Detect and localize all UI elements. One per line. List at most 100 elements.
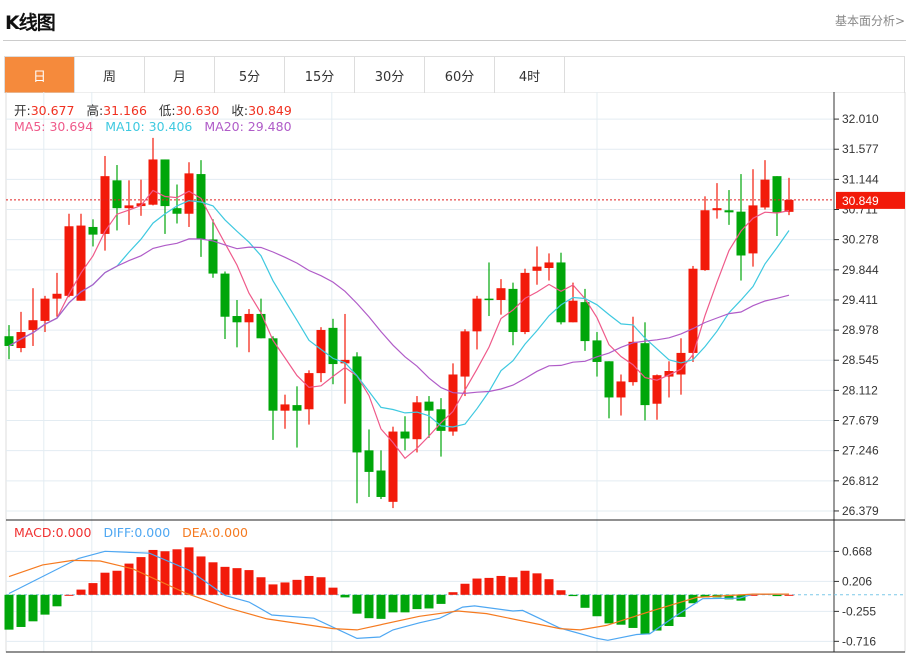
ma20-line	[8, 238, 790, 395]
macd-bar	[316, 577, 326, 595]
tab-5min[interactable]: 5分	[215, 57, 285, 93]
macd-bar	[244, 570, 254, 595]
macd-bar	[220, 566, 230, 595]
period-tabs: 日 周 月 5分 15分 30分 60分 4时	[4, 56, 905, 93]
macd-bar	[376, 594, 386, 619]
macd-bar	[496, 575, 506, 595]
tab-15min[interactable]: 15分	[285, 57, 355, 93]
macd-bar	[652, 594, 662, 631]
candle-down	[364, 450, 374, 472]
macd-bar	[76, 589, 86, 595]
close-value: 30.849	[248, 103, 292, 118]
candle-up	[124, 205, 134, 209]
y-tick-label: 29.844	[842, 263, 879, 277]
candle-up	[460, 331, 470, 377]
macd-bar	[484, 577, 494, 595]
current-price-label: 30.849	[842, 194, 879, 208]
ma10-line	[8, 199, 790, 428]
y-tick-label: 31.144	[842, 172, 879, 186]
fundamental-analysis-link[interactable]: 基本面分析>	[835, 12, 905, 29]
macd-bar	[52, 594, 62, 607]
macd-bar	[112, 570, 122, 595]
candle-up	[16, 332, 26, 349]
tab-day[interactable]: 日	[5, 57, 75, 93]
candle-down	[88, 226, 98, 235]
candle-up	[784, 199, 794, 212]
candle-down	[352, 356, 362, 453]
candle-up	[52, 293, 62, 299]
candle-up	[148, 159, 158, 205]
tab-60min[interactable]: 60分	[425, 57, 495, 93]
macd-bar	[400, 594, 410, 613]
macd-bar	[304, 575, 314, 595]
kline-chart[interactable]: 32.01031.57731.14430.71130.27829.84429.4…	[0, 92, 909, 655]
candle-down	[376, 470, 386, 497]
macd-bar	[544, 579, 554, 595]
macd-bar	[388, 594, 398, 613]
candle-down	[580, 302, 590, 342]
ma5-legend: MA5: 30.694	[14, 119, 94, 134]
macd-bar	[184, 547, 194, 595]
candle-up	[544, 262, 554, 269]
open-label: 开:	[14, 103, 31, 118]
macd-bar	[28, 594, 38, 622]
macd-bar	[772, 594, 782, 597]
macd-bar	[448, 592, 458, 595]
macd-bar	[208, 562, 218, 595]
macd-bar	[328, 587, 338, 595]
candle-down	[424, 401, 434, 411]
macd-bar	[676, 594, 686, 617]
candle-up	[616, 381, 626, 398]
candle-down	[604, 361, 614, 398]
candle-up	[244, 313, 254, 323]
candle-down	[172, 208, 182, 214]
y-tick-label: 32.010	[842, 112, 879, 126]
candle-up	[568, 300, 578, 323]
macd-bar	[664, 594, 674, 626]
y-tick-label: 30.278	[842, 233, 879, 247]
macd-bar	[556, 590, 566, 595]
macd-bar	[580, 594, 590, 608]
macd-bar	[508, 577, 518, 595]
candle-down	[292, 405, 302, 411]
macd-bar	[364, 594, 374, 619]
macd-bar	[424, 594, 434, 609]
tab-month[interactable]: 月	[145, 57, 215, 93]
page-title: K线图	[5, 12, 56, 34]
divider	[3, 40, 906, 41]
candle-up	[100, 176, 110, 234]
macd-bar	[460, 583, 470, 595]
macd-bar	[340, 594, 350, 598]
candle-down	[556, 262, 566, 323]
macd-legend-value: MACD:0.000	[14, 525, 92, 540]
low-label: 低:	[158, 103, 176, 118]
ma10-legend: MA10: 30.406	[105, 119, 193, 134]
y-tick-label: 27.679	[842, 413, 879, 427]
candle-down	[484, 298, 494, 301]
candle-up	[532, 266, 542, 271]
macd-y-tick-label: -0.255	[842, 604, 876, 618]
candle-down	[736, 211, 746, 256]
candle-down	[160, 159, 170, 207]
macd-bar	[256, 577, 266, 595]
ma5-line	[8, 189, 790, 460]
macd-y-tick-label: 0.668	[842, 544, 872, 558]
candle-down	[268, 338, 278, 411]
macd-bar	[412, 594, 422, 610]
candle-down	[208, 239, 218, 274]
candle-up	[280, 404, 290, 411]
tab-30min[interactable]: 30分	[355, 57, 425, 93]
candle-down	[724, 210, 734, 213]
low-value: 30.630	[175, 103, 220, 118]
tab-week[interactable]: 周	[75, 57, 145, 93]
candle-up	[448, 374, 458, 432]
y-tick-label: 31.577	[842, 142, 879, 156]
candle-up	[412, 402, 422, 440]
candle-down	[256, 313, 266, 339]
tab-4hour[interactable]: 4时	[495, 57, 565, 93]
macd-bar	[436, 594, 446, 604]
macd-bar	[592, 594, 602, 617]
candle-up	[28, 320, 38, 330]
macd-bar	[292, 579, 302, 595]
candle-up	[304, 373, 314, 410]
